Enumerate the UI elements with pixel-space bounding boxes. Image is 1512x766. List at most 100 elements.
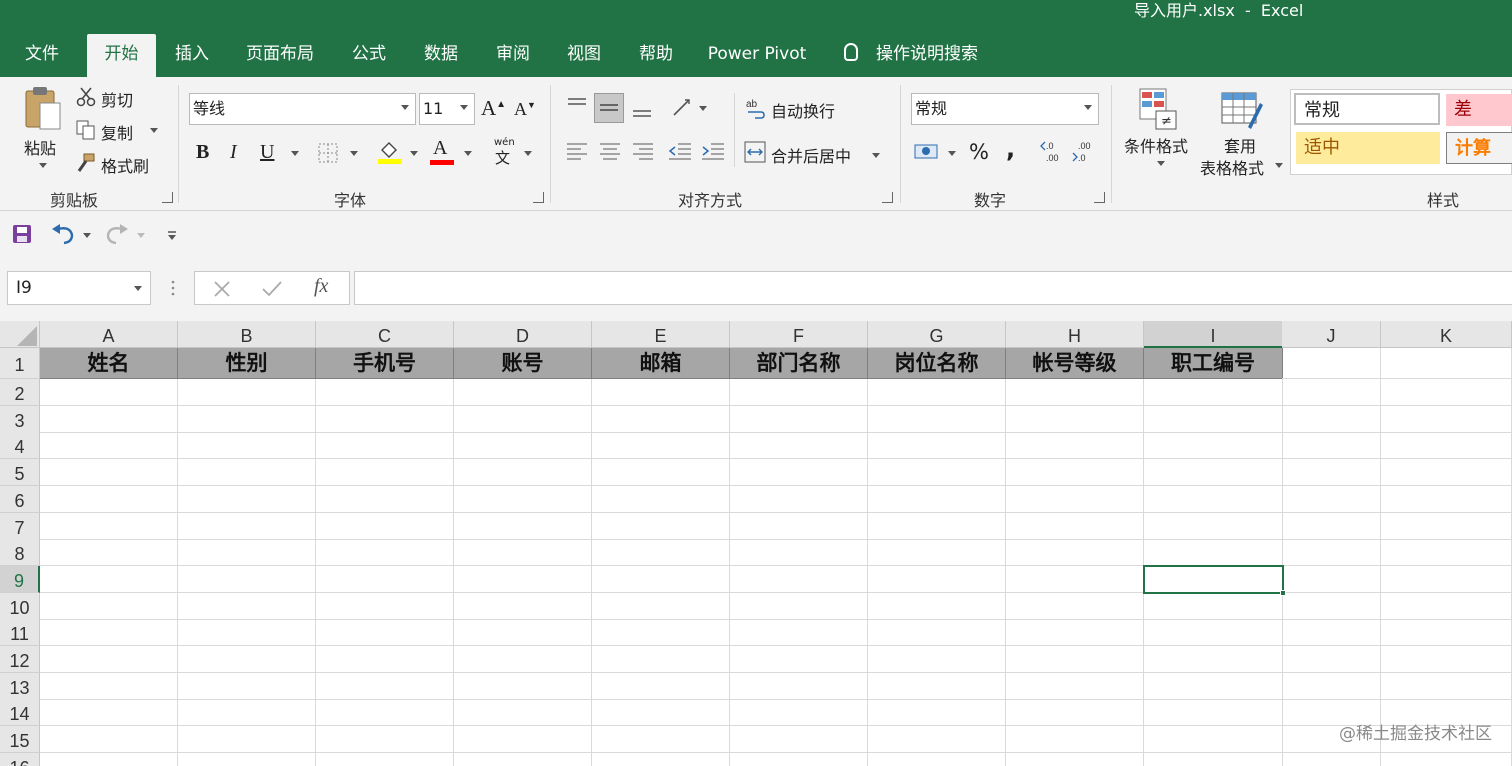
cell-g9[interactable] — [868, 565, 1006, 593]
underline-dropdown-icon[interactable] — [291, 151, 299, 156]
font-name-select[interactable]: 等线 — [189, 93, 416, 125]
cell-k9[interactable] — [1381, 565, 1512, 593]
fill-color-button[interactable] — [378, 139, 402, 169]
cell-e7[interactable] — [592, 512, 730, 540]
cell-f1[interactable]: 部门名称 — [730, 348, 868, 379]
row-header-5[interactable]: 5 — [0, 459, 40, 487]
cell-d12[interactable] — [454, 646, 592, 673]
cell-j5[interactable] — [1282, 459, 1381, 487]
column-header-f[interactable]: F — [730, 321, 868, 348]
borders-dropdown-icon[interactable] — [350, 151, 358, 156]
cell-e16[interactable] — [592, 752, 730, 766]
name-box[interactable]: I9 — [7, 271, 151, 305]
cell-g11[interactable] — [868, 619, 1006, 647]
phonetic-button[interactable]: wén 文 — [492, 137, 518, 167]
cell-k7[interactable] — [1381, 512, 1512, 540]
cell-a5[interactable] — [40, 459, 178, 487]
cell-j12[interactable] — [1282, 646, 1381, 673]
cell-i3[interactable] — [1144, 405, 1283, 433]
cell-e12[interactable] — [592, 646, 730, 673]
font-launcher-icon[interactable] — [533, 192, 544, 203]
cell-b2[interactable] — [178, 379, 316, 406]
cell-d7[interactable] — [454, 512, 592, 540]
cell-e14[interactable] — [592, 699, 730, 727]
cell-a3[interactable] — [40, 405, 178, 433]
row-header-2[interactable]: 2 — [0, 379, 40, 406]
cell-k3[interactable] — [1381, 405, 1512, 433]
tab-view[interactable]: 视图 — [552, 34, 616, 77]
cell-d6[interactable] — [454, 485, 592, 513]
cell-j10[interactable] — [1282, 592, 1381, 620]
worksheet-grid[interactable]: A B C D E F G H I J K 1 姓名 性别 手机号 账号 邮箱 部门名称 岗位名称 帐号等级 职工编号 2… — [0, 321, 1512, 766]
row-header-9[interactable]: 9 — [0, 565, 40, 593]
borders-button[interactable] — [318, 143, 338, 167]
wrap-text-button[interactable]: ab 自动换行 — [746, 97, 835, 123]
cell-a10[interactable] — [40, 592, 178, 620]
cell-h6[interactable] — [1006, 485, 1144, 513]
cell-e13[interactable] — [592, 672, 730, 700]
cell-h10[interactable] — [1006, 592, 1144, 620]
cell-d5[interactable] — [454, 459, 592, 487]
font-size-select[interactable]: 11 — [419, 93, 475, 125]
cell-i14[interactable] — [1144, 699, 1283, 727]
cell-a8[interactable] — [40, 539, 178, 567]
cell-a1[interactable]: 姓名 — [40, 348, 178, 379]
cell-j16[interactable] — [1282, 752, 1381, 766]
cell-c15[interactable] — [316, 726, 454, 754]
row-header-14[interactable]: 14 — [0, 699, 40, 727]
insert-function-button[interactable]: fx — [314, 275, 328, 298]
cell-g1[interactable]: 岗位名称 — [868, 348, 1006, 379]
cell-c3[interactable] — [316, 405, 454, 433]
cell-g5[interactable] — [868, 459, 1006, 487]
orientation-dropdown-icon[interactable] — [699, 106, 707, 111]
column-header-j[interactable]: J — [1282, 321, 1381, 348]
cell-i6[interactable] — [1144, 485, 1283, 513]
style-calculation[interactable]: 计算 — [1446, 132, 1512, 164]
row-header-11[interactable]: 11 — [0, 619, 40, 647]
cell-g3[interactable] — [868, 405, 1006, 433]
cell-f3[interactable] — [730, 405, 868, 433]
format-painter-button[interactable]: 格式刷 — [76, 153, 149, 177]
alignment-launcher-icon[interactable] — [882, 192, 893, 203]
cell-j4[interactable] — [1282, 432, 1381, 460]
cell-h12[interactable] — [1006, 646, 1144, 673]
resize-handle-icon[interactable] — [170, 279, 176, 301]
cell-k2[interactable] — [1381, 379, 1512, 406]
cell-e6[interactable] — [592, 485, 730, 513]
cell-k10[interactable] — [1381, 592, 1512, 620]
cell-h5[interactable] — [1006, 459, 1144, 487]
cell-f10[interactable] — [730, 592, 868, 620]
fill-handle[interactable] — [1280, 589, 1286, 596]
cell-i5[interactable] — [1144, 459, 1283, 487]
cell-d13[interactable] — [454, 672, 592, 700]
cell-d11[interactable] — [454, 619, 592, 647]
accounting-format-button[interactable] — [914, 141, 940, 167]
comma-button[interactable]: , — [1006, 135, 1015, 163]
cell-g6[interactable] — [868, 485, 1006, 513]
cell-b16[interactable] — [178, 752, 316, 766]
cell-b10[interactable] — [178, 592, 316, 620]
column-header-k[interactable]: K — [1381, 321, 1512, 348]
cell-g13[interactable] — [868, 672, 1006, 700]
cell-f16[interactable] — [730, 752, 868, 766]
style-neutral[interactable]: 适中 — [1296, 132, 1440, 164]
tab-file[interactable]: 文件 — [10, 34, 74, 77]
cell-h11[interactable] — [1006, 619, 1144, 647]
clipboard-launcher-icon[interactable] — [162, 192, 173, 203]
cell-a15[interactable] — [40, 726, 178, 754]
cell-h9[interactable] — [1006, 565, 1144, 593]
row-header-12[interactable]: 12 — [0, 646, 40, 673]
cell-b5[interactable] — [178, 459, 316, 487]
cell-f2[interactable] — [730, 379, 868, 406]
row-header-1[interactable]: 1 — [0, 348, 40, 379]
cell-h3[interactable] — [1006, 405, 1144, 433]
cell-b12[interactable] — [178, 646, 316, 673]
align-bottom-button[interactable] — [631, 103, 653, 123]
cell-a14[interactable] — [40, 699, 178, 727]
tab-review[interactable]: 审阅 — [481, 34, 545, 77]
cell-g14[interactable] — [868, 699, 1006, 727]
cell-g7[interactable] — [868, 512, 1006, 540]
cell-g10[interactable] — [868, 592, 1006, 620]
cell-e15[interactable] — [592, 726, 730, 754]
shrink-font-button[interactable]: A▼ — [514, 99, 536, 120]
